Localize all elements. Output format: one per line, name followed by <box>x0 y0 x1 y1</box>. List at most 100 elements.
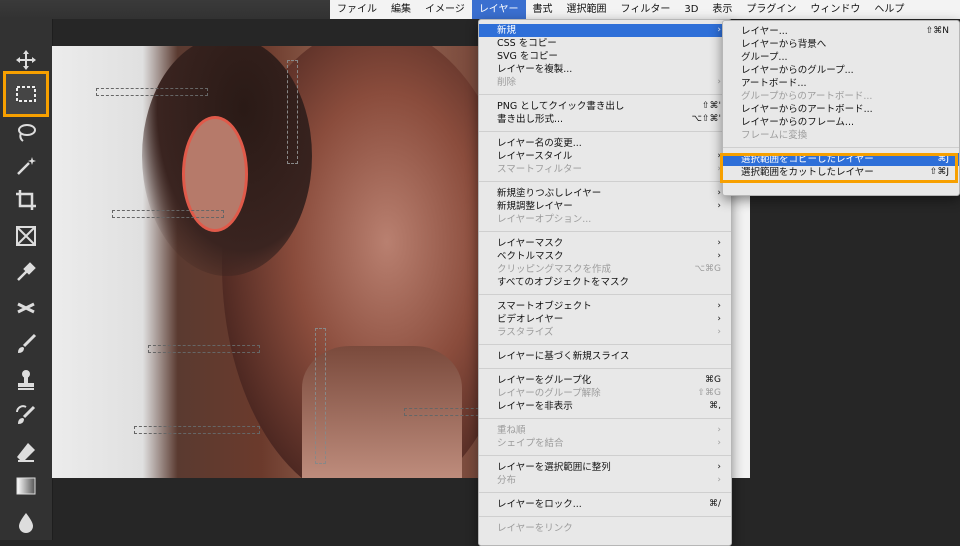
crop-tool-icon[interactable] <box>12 186 40 214</box>
menu-item-label: スマートフィルター <box>497 164 583 175</box>
menu-separator <box>479 131 731 132</box>
menu-item-label: ベクトルマスク <box>497 251 564 262</box>
menu-item[interactable]: レイヤーから背景へ <box>723 38 959 51</box>
menu-item-label: SVG をコピー <box>497 51 558 62</box>
menu-item: レイヤーのグループ解除 ⇧⌘G <box>479 387 731 400</box>
menu-item-shortcut: › <box>717 201 721 211</box>
menu-item-label: レイヤーオプション... <box>497 214 592 225</box>
eyedropper-tool-icon[interactable] <box>12 258 40 286</box>
selection-marquee <box>315 328 326 464</box>
menu-item[interactable]: ビデオレイヤー › <box>479 313 731 326</box>
menu-item[interactable]: グループ... <box>723 51 959 64</box>
layer-menu: 新規 › CSS をコピー SVG をコピー レイヤーを複製... 削除 › PNG としてク… <box>478 19 732 546</box>
menu-item[interactable]: レイヤーを複製... <box>479 63 731 76</box>
menu-plugins[interactable]: プラグイン <box>739 0 803 19</box>
menu-window[interactable]: ウィンドウ <box>803 0 867 19</box>
menu-item[interactable]: レイヤースタイル › <box>479 150 731 163</box>
menu-item[interactable]: CSS をコピー <box>479 37 731 50</box>
menu-separator <box>723 147 959 148</box>
menu-edit[interactable]: 編集 <box>384 0 418 19</box>
menu-item-label: レイヤースタイル <box>497 151 573 162</box>
menu-item: 重ね順 › <box>479 424 731 437</box>
healing-brush-tool-icon[interactable] <box>12 294 40 322</box>
menu-item-label: レイヤーをリンク <box>497 523 573 534</box>
menu-item-label: CSS をコピー <box>497 38 557 49</box>
brush-tool-icon[interactable] <box>12 330 40 358</box>
menu-item-shortcut: ⇧⌘N <box>925 26 949 36</box>
menu-item[interactable]: レイヤーを非表示 ⌘, <box>479 400 731 413</box>
menu-item[interactable]: アートボード... <box>723 77 959 90</box>
rectangular-marquee-tool-icon[interactable] <box>3 71 49 117</box>
menu-item[interactable]: レイヤー... ⇧⌘N <box>723 25 959 38</box>
menu-item[interactable]: レイヤーからのグループ... <box>723 64 959 77</box>
menu-item: スマートフィルター › <box>479 163 731 176</box>
menu-item[interactable]: レイヤーをロック... ⌘/ <box>479 498 731 511</box>
menu-item-label: レイヤーからのアートボード... <box>741 104 873 115</box>
menu-item-label: 新規調整レイヤー <box>497 201 573 212</box>
menu-item-shortcut: ⇧⌘G <box>697 388 721 398</box>
menu-item: レイヤーオプション... <box>479 213 731 226</box>
menu-item[interactable]: すべてのオブジェクトをマスク <box>479 276 731 289</box>
menu-image[interactable]: イメージ <box>418 0 472 19</box>
menu-separator <box>479 455 731 456</box>
menu-item-shortcut: ⌘/ <box>708 499 721 509</box>
menu-item-label: 削除 <box>497 77 517 88</box>
menu-item-shortcut: ⌥⇧⌘' <box>691 114 721 124</box>
menu-select[interactable]: 選択範囲 <box>560 0 614 19</box>
menu-item-label: グループ... <box>741 52 788 63</box>
menu-item: フレームに変換 <box>723 129 959 142</box>
menu-item[interactable]: レイヤーマスク › <box>479 237 731 250</box>
menu-item-shortcut: › <box>717 301 721 311</box>
eraser-tool-icon[interactable] <box>12 438 40 466</box>
menu-item[interactable]: 新規 › <box>479 24 731 37</box>
menu-item-label: 書き出し形式... <box>497 114 564 125</box>
menu-item[interactable]: SVG をコピー <box>479 50 731 63</box>
selection-marquee <box>112 210 224 218</box>
menu-item[interactable]: 書き出し形式... ⌥⇧⌘' <box>479 113 731 126</box>
history-brush-tool-icon[interactable] <box>12 402 40 430</box>
menu-item-label: シェイプを結合 <box>497 438 564 449</box>
menu-separator <box>479 231 731 232</box>
menu-separator <box>479 368 731 369</box>
move-tool-icon[interactable] <box>12 46 40 74</box>
menu-item-label: レイヤーのグループ解除 <box>497 388 601 399</box>
menu-item-label: レイヤーから背景へ <box>741 39 827 50</box>
menu-item[interactable]: レイヤーに基づく新規スライス <box>479 350 731 363</box>
menu-item[interactable]: レイヤーからのアートボード... <box>723 103 959 116</box>
menu-item-shortcut: › <box>717 475 721 485</box>
menu-item[interactable]: スマートオブジェクト › <box>479 300 731 313</box>
menu-item: 削除 › <box>479 76 731 89</box>
menu-item-label: レイヤーを選択範囲に整列 <box>497 462 611 473</box>
menu-filter[interactable]: フィルター <box>614 0 678 19</box>
gradient-tool-icon[interactable] <box>12 472 40 500</box>
menu-file[interactable]: ファイル <box>330 0 384 19</box>
menu-bar-left-area <box>0 0 330 19</box>
menu-item[interactable]: レイヤー名の変更... <box>479 137 731 150</box>
menu-item-shortcut: › <box>717 327 721 337</box>
menu-type[interactable]: 書式 <box>526 0 560 19</box>
blur-tool-icon[interactable] <box>12 508 40 536</box>
magic-wand-tool-icon[interactable] <box>12 152 40 180</box>
menu-3d[interactable]: 3D <box>677 0 705 19</box>
menu-item[interactable]: レイヤーを選択範囲に整列 › <box>479 461 731 474</box>
menu-item[interactable]: PNG としてクイック書き出し ⇧⌘' <box>479 100 731 113</box>
menu-item-label: 分布 <box>497 475 517 486</box>
menu-view[interactable]: 表示 <box>705 0 739 19</box>
menu-item[interactable]: ベクトルマスク › <box>479 250 731 263</box>
menu-separator <box>479 516 731 517</box>
menu-item[interactable]: レイヤーをグループ化 ⌘G <box>479 374 731 387</box>
clone-stamp-tool-icon[interactable] <box>12 366 40 394</box>
menu-layer[interactable]: レイヤー <box>471 0 526 19</box>
menu-item-shortcut: ⌘G <box>705 375 721 385</box>
menu-item[interactable]: 新規調整レイヤー › <box>479 200 731 213</box>
lasso-tool-icon[interactable] <box>12 118 40 146</box>
highlight-callout-box <box>720 153 958 183</box>
menu-item[interactable]: 新規塗りつぶしレイヤー › <box>479 187 731 200</box>
menu-item-label: クリッピングマスクを作成 <box>497 264 612 275</box>
menu-item[interactable]: レイヤーからのフレーム... <box>723 116 959 129</box>
menu-item-label: アートボード... <box>741 78 807 89</box>
menu-help[interactable]: ヘルプ <box>867 0 911 19</box>
menu-item: クリッピングマスクを作成 ⌥⌘G <box>479 263 731 276</box>
frame-tool-icon[interactable] <box>12 222 40 250</box>
menu-item: レイヤーをリンク <box>479 522 731 535</box>
